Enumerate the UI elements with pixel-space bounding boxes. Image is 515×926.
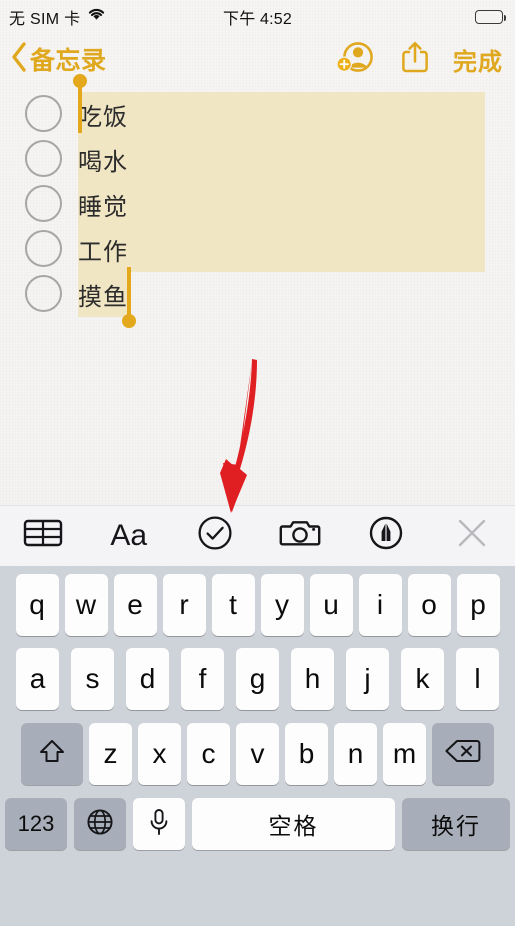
key-d[interactable]: d xyxy=(126,647,169,710)
return-key[interactable]: 换行 xyxy=(402,798,510,850)
markup-pen-icon xyxy=(368,515,404,556)
key-z[interactable]: z xyxy=(89,722,132,785)
key-x[interactable]: x xyxy=(138,722,181,785)
text-format-button[interactable]: Aa xyxy=(86,506,172,566)
shift-key[interactable] xyxy=(21,722,83,785)
checklist-item-label[interactable]: 吃饭 xyxy=(78,92,128,137)
status-bar-right xyxy=(475,0,506,33)
key-k[interactable]: k xyxy=(401,647,444,710)
selection-end-handle[interactable] xyxy=(122,267,136,328)
space-key[interactable]: 空格 xyxy=(192,798,395,850)
key-r[interactable]: r xyxy=(162,573,206,636)
close-toolbar-button[interactable] xyxy=(429,506,515,566)
keyboard-row-3: z x c v b n m xyxy=(0,716,515,791)
navigation-bar-actions: 完成 xyxy=(335,34,503,84)
done-button[interactable]: 完成 xyxy=(453,42,503,77)
markup-button[interactable] xyxy=(343,506,429,566)
phone-screen: 无 SIM 卡 下午 4:52 备忘录 完成 吃饭 喝水 睡觉 工作 摸鱼 Aa… xyxy=(0,0,515,926)
checklist-row: 摸鱼 xyxy=(0,267,515,328)
back-button-label: 备忘录 xyxy=(30,47,107,75)
status-bar: 无 SIM 卡 下午 4:52 xyxy=(0,0,515,33)
key-b[interactable]: b xyxy=(285,722,328,785)
checklist-row: 吃饭 xyxy=(0,74,515,137)
key-h[interactable]: h xyxy=(291,647,334,710)
checklist-row: 睡觉 xyxy=(0,182,515,227)
key-w[interactable]: w xyxy=(64,573,108,636)
back-button[interactable]: 备忘录 xyxy=(10,34,107,84)
selection-highlight xyxy=(78,137,485,182)
key-n[interactable]: n xyxy=(334,722,377,785)
text-format-icon: Aa xyxy=(110,518,148,552)
delete-backspace-icon xyxy=(444,737,482,770)
close-icon xyxy=(455,516,489,555)
checklist-item-label[interactable]: 摸鱼 xyxy=(78,272,128,317)
camera-icon xyxy=(279,516,321,555)
key-m[interactable]: m xyxy=(383,722,426,785)
key-t[interactable]: t xyxy=(211,573,255,636)
key-g[interactable]: g xyxy=(236,647,279,710)
checklist-icon xyxy=(197,515,233,556)
chevron-left-icon xyxy=(10,41,28,78)
selection-highlight xyxy=(78,227,485,272)
checklist-checkbox[interactable] xyxy=(25,275,62,312)
key-l[interactable]: l xyxy=(456,647,499,710)
checklist-item-label[interactable]: 喝水 xyxy=(78,137,128,182)
key-v[interactable]: v xyxy=(236,722,279,785)
checklist-row: 喝水 xyxy=(0,137,515,182)
selection-highlight xyxy=(78,182,485,227)
key-a[interactable]: a xyxy=(16,647,59,710)
language-switch-key[interactable] xyxy=(74,798,126,850)
add-person-icon[interactable] xyxy=(335,40,377,79)
table-icon xyxy=(23,517,63,554)
key-u[interactable]: u xyxy=(309,573,353,636)
checklist-checkbox[interactable] xyxy=(25,185,62,222)
share-icon[interactable] xyxy=(401,40,429,79)
shift-up-arrow-icon xyxy=(37,736,67,771)
dictation-key[interactable] xyxy=(133,798,185,850)
microphone-icon xyxy=(146,807,172,842)
key-j[interactable]: j xyxy=(346,647,389,710)
globe-icon xyxy=(85,807,115,842)
battery-icon xyxy=(475,9,506,24)
key-y[interactable]: y xyxy=(260,573,304,636)
checklist-checkbox[interactable] xyxy=(25,230,62,267)
key-p[interactable]: p xyxy=(456,573,500,636)
keyboard-row-2: a s d f g h j k l xyxy=(0,641,515,716)
number-mode-key[interactable]: 123 xyxy=(5,798,67,850)
checklist-checkbox[interactable] xyxy=(25,95,62,132)
annotation-arrow-icon xyxy=(195,355,275,520)
note-checklist: 吃饭 喝水 睡觉 工作 摸鱼 xyxy=(0,74,515,328)
selection-start-handle[interactable] xyxy=(73,74,87,133)
key-q[interactable]: q xyxy=(15,573,59,636)
delete-key[interactable] xyxy=(432,722,494,785)
key-o[interactable]: o xyxy=(407,573,451,636)
table-button[interactable] xyxy=(0,506,86,566)
checklist-row: 工作 xyxy=(0,227,515,272)
keyboard-row-4: 123 空格 换行 xyxy=(0,791,515,857)
selection-highlight xyxy=(78,92,485,137)
key-c[interactable]: c xyxy=(187,722,230,785)
key-s[interactable]: s xyxy=(71,647,114,710)
clock-label: 下午 4:52 xyxy=(223,10,292,28)
on-screen-keyboard: q w e r t y u i o p a s d f g h j k l z … xyxy=(0,566,515,926)
key-i[interactable]: i xyxy=(358,573,402,636)
checklist-item-label[interactable]: 睡觉 xyxy=(78,182,128,227)
key-f[interactable]: f xyxy=(181,647,224,710)
keyboard-row-1: q w e r t y u i o p xyxy=(0,566,515,641)
checklist-item-label[interactable]: 工作 xyxy=(78,227,128,272)
checklist-checkbox[interactable] xyxy=(25,140,62,177)
key-e[interactable]: e xyxy=(113,573,157,636)
